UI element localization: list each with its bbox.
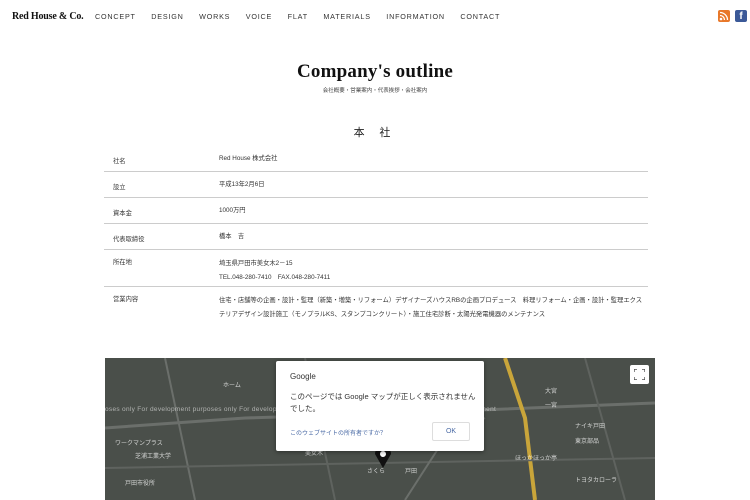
table-row: 設立 平成13年2月6日 [104, 172, 648, 198]
facebook-icon[interactable]: f [735, 10, 747, 22]
row-label: 代表取締役 [113, 236, 145, 243]
nav-materials[interactable]: MATERIALS [323, 12, 370, 21]
nav-works[interactable]: WORKS [199, 12, 230, 21]
table-row: 資本金 1000万円 [104, 198, 648, 224]
dialog-message: このページでは Google マップが正しく表示されませんでした。 [290, 392, 476, 413]
row-value: Red House 株式会社 [219, 155, 278, 162]
page-title: Company's outline [297, 61, 453, 82]
ok-button[interactable]: OK [432, 422, 470, 441]
page-subtitle: 会社概要・営業案内・代表挨拶・会社案内 [322, 88, 428, 94]
map-label: 大宮 [545, 389, 558, 395]
main-nav: CONCEPT DESIGN WORKS VOICE FLAT MATERIAL… [95, 12, 516, 21]
address-line: 埼玉県戸田市美女木2－15 [219, 260, 293, 267]
nav-design[interactable]: DESIGN [151, 12, 183, 21]
section-heading: 本 社 [353, 127, 397, 139]
row-value: 橋本 吉 [219, 233, 245, 240]
map-label: トヨタカローラ [575, 478, 618, 484]
row-label: 資本金 [113, 210, 132, 217]
table-row: 代表取締役 橋本 吉 [104, 224, 648, 250]
social-links: f [718, 10, 747, 22]
fullscreen-icon[interactable] [630, 365, 649, 384]
map-label: ホーム [223, 383, 241, 389]
row-label: 営業内容 [113, 296, 139, 303]
dialog-title: Google [290, 372, 316, 381]
company-info-table: 社名 Red House 株式会社 設立 平成13年2月6日 資本金 1000万… [104, 146, 648, 339]
nav-voice[interactable]: VOICE [246, 12, 272, 21]
table-row: 営業内容 住宅・店舗等の企画・設計・監理（新築・増築・リフォーム）デザイナーズハ… [104, 287, 648, 339]
nav-information[interactable]: INFORMATION [386, 12, 445, 21]
map-label: ほっかほっか亭 [515, 456, 558, 462]
map-label: 芝浦工業大学 [135, 454, 172, 460]
nav-concept[interactable]: CONCEPT [95, 12, 136, 21]
row-value: 1000万円 [219, 207, 246, 214]
map-label: 戸田 [405, 469, 418, 475]
row-value: 住宅・店舗等の企画・設計・監理（新築・増築・リフォーム）デザイナーズハウスRBの… [219, 297, 643, 318]
nav-flat[interactable]: FLAT [288, 12, 308, 21]
owner-link[interactable]: このウェブサイトの所有者ですか？ [290, 428, 386, 437]
map-error-dialog: Google このページでは Google マップが正しく表示されませんでした。… [276, 361, 484, 451]
row-label: 所在地 [113, 259, 132, 266]
map-label: 戸田市役所 [125, 481, 156, 487]
nav-contact[interactable]: CONTACT [460, 12, 500, 21]
map-label: 一宮 [545, 403, 558, 409]
phone-fax-line: TEL.048-280-7410 FAX.048-280-7411 [219, 274, 331, 281]
map-label: 東京部品 [575, 439, 600, 445]
map-label: ワークマンプラス [115, 441, 163, 447]
row-label: 社名 [113, 158, 126, 165]
row-value: 埼玉県戸田市美女木2－15 TEL.048-280-7410 FAX.048-2… [219, 257, 648, 286]
row-value: 平成13年2月6日 [219, 181, 265, 188]
site-header: Red House & Co. CONCEPT DESIGN WORKS VOI… [0, 0, 750, 34]
table-row: 所在地 埼玉県戸田市美女木2－15 TEL.048-280-7410 FAX.0… [104, 250, 648, 287]
site-logo[interactable]: Red House & Co. [12, 11, 84, 22]
rss-icon[interactable] [718, 10, 730, 22]
map-label: ナイキ戸田 [575, 424, 606, 430]
row-label: 設立 [113, 184, 126, 191]
table-row: 社名 Red House 株式会社 [104, 146, 648, 172]
